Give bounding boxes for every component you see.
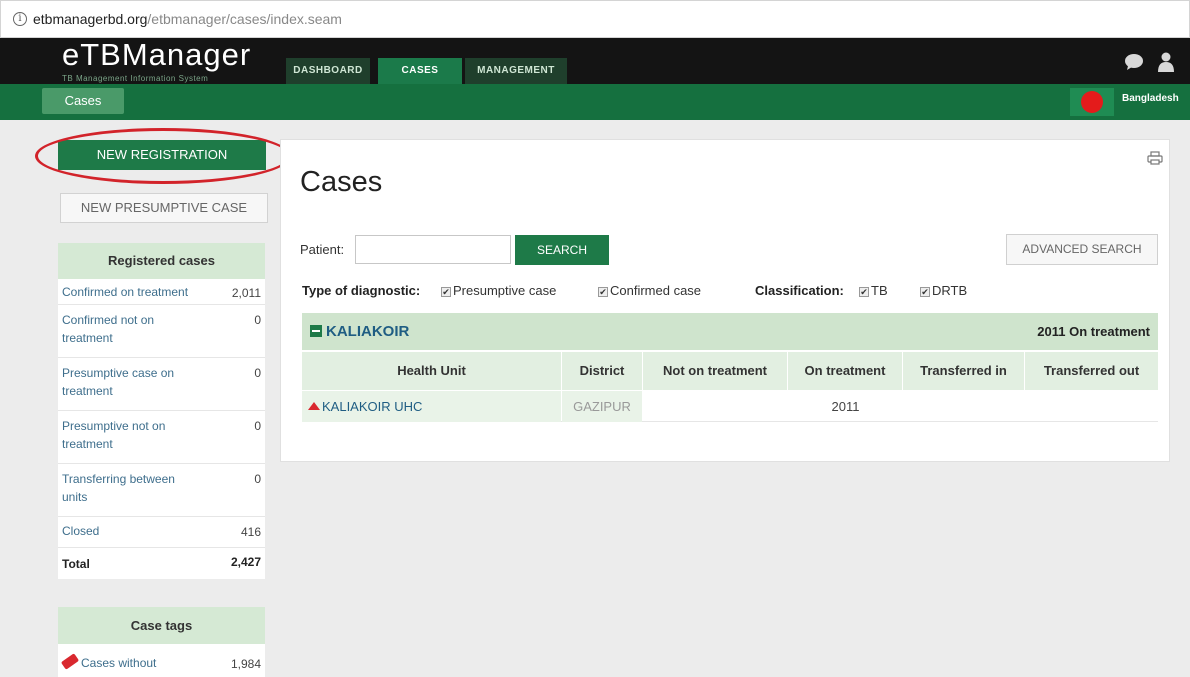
- registered-row-presumptive-on-treatment[interactable]: Presumptive case on treatment 0: [58, 358, 265, 411]
- registered-label: Presumptive case on treatment: [62, 366, 175, 398]
- filter-presumptive-label: Presumptive case: [453, 283, 557, 298]
- url-domain: etbmanagerbd.org: [33, 11, 148, 27]
- cell-on-treatment[interactable]: 2011: [788, 391, 903, 422]
- column-not-on-treatment[interactable]: Not on treatment: [643, 352, 788, 390]
- new-presumptive-case-button[interactable]: NEW PRESUMPTIVE CASE: [60, 193, 268, 223]
- registered-row-confirmed-on-treatment[interactable]: Confirmed on treatment 2,011: [58, 279, 265, 305]
- print-icon[interactable]: [1147, 151, 1163, 165]
- registered-count: 0: [254, 313, 261, 327]
- cell-health-unit[interactable]: KALIAKOIR UHC: [302, 391, 561, 422]
- url-text[interactable]: etbmanagerbd.org/etbmanager/cases/index.…: [33, 11, 342, 27]
- filter-confirmed-label: Confirmed case: [610, 283, 702, 298]
- registered-label: Presumptive not on treatment: [62, 419, 166, 451]
- column-transferred-in[interactable]: Transferred in: [903, 352, 1025, 390]
- table-header: Health Unit District Not on treatment On…: [302, 352, 1158, 390]
- cell-transferred-out: [1025, 391, 1158, 422]
- column-transferred-out[interactable]: Transferred out: [1025, 352, 1158, 390]
- info-icon[interactable]: i: [13, 12, 27, 26]
- page-title: Cases: [300, 166, 383, 198]
- registered-row-closed[interactable]: Closed 416: [58, 517, 265, 548]
- registered-label: Confirmed not on treatment: [62, 313, 155, 345]
- app-logo[interactable]: eTBManager: [62, 39, 251, 70]
- group-summary: 2011 On treatment: [1037, 324, 1150, 339]
- checkbox-checked-icon[interactable]: ✔: [859, 287, 869, 297]
- diagnostic-filter-label: Type of diagnostic:: [302, 283, 421, 298]
- health-unit-link[interactable]: KALIAKOIR UHC: [322, 399, 422, 414]
- case-tag-count: 1,984: [230, 657, 261, 671]
- registered-label: Confirmed on treatment: [62, 285, 189, 299]
- column-on-treatment[interactable]: On treatment: [788, 352, 903, 390]
- table-row[interactable]: KALIAKOIR UHC GAZIPUR 2011: [302, 391, 1158, 422]
- registered-label: Closed: [62, 524, 100, 538]
- group-name[interactable]: KALIAKOIR: [326, 323, 409, 340]
- cell-not-on-treatment: [643, 391, 788, 422]
- registered-count: 0: [254, 366, 261, 380]
- tab-cases[interactable]: CASES: [378, 58, 462, 84]
- registered-row-total: Total 2,427: [58, 548, 265, 579]
- registered-count: 0: [254, 419, 261, 433]
- classification-filter-label: Classification:: [755, 283, 844, 298]
- url-path: /etbmanager/cases/index.seam: [147, 11, 342, 27]
- registered-count: 0: [254, 472, 261, 486]
- registered-row-transferring[interactable]: Transferring between units 0: [58, 464, 265, 517]
- registered-cases-panel: Registered cases Confirmed on treatment …: [58, 243, 265, 579]
- tab-management[interactable]: MANAGEMENT: [465, 58, 567, 84]
- filter-presumptive-case[interactable]: ✔ Presumptive case: [441, 283, 556, 298]
- collapse-icon[interactable]: [310, 325, 322, 337]
- cell-district: GAZIPUR: [562, 391, 642, 422]
- column-health-unit[interactable]: Health Unit: [302, 352, 562, 390]
- country-flag: [1070, 88, 1114, 116]
- patient-label: Patient:: [300, 242, 345, 257]
- breadcrumb-bar: [0, 84, 1190, 120]
- checkbox-checked-icon[interactable]: ✔: [441, 287, 451, 297]
- filter-tb-label: TB: [871, 283, 888, 298]
- registered-cases-title: Registered cases: [58, 243, 265, 279]
- group-header-kaliakoir[interactable]: KALIAKOIR 2011 On treatment: [302, 313, 1158, 350]
- checkbox-checked-icon[interactable]: ✔: [598, 287, 608, 297]
- registered-count: 2,427: [230, 555, 261, 569]
- filter-drtb-label: DRTB: [932, 283, 968, 298]
- cell-transferred-in: [903, 391, 1025, 422]
- user-icon[interactable]: [1157, 52, 1175, 72]
- checkbox-checked-icon[interactable]: ✔: [920, 287, 930, 297]
- case-tags-title: Case tags: [58, 607, 265, 644]
- case-tags-panel: Case tags Cases without 1,984: [58, 607, 265, 677]
- patient-search-input[interactable]: [355, 235, 511, 264]
- registered-row-presumptive-not-on-treatment[interactable]: Presumptive not on treatment 0: [58, 411, 265, 464]
- country-label[interactable]: Bangladesh: [1122, 93, 1179, 104]
- advanced-search-button[interactable]: ADVANCED SEARCH: [1006, 234, 1158, 265]
- breadcrumb-cases[interactable]: Cases: [42, 88, 124, 114]
- filter-drtb[interactable]: ✔ DRTB: [920, 283, 967, 298]
- unit-arrow-icon: [308, 402, 320, 410]
- search-button[interactable]: SEARCH: [515, 235, 609, 265]
- highlight-ellipse: [35, 128, 291, 184]
- registered-count: 416: [240, 525, 261, 539]
- filter-confirmed-case[interactable]: ✔ Confirmed case: [598, 283, 701, 298]
- case-tag-row[interactable]: Cases without 1,984: [58, 644, 265, 677]
- filter-tb[interactable]: ✔ TB: [859, 283, 888, 298]
- address-bar[interactable]: i etbmanagerbd.org/etbmanager/cases/inde…: [0, 0, 1190, 38]
- chat-icon[interactable]: [1124, 53, 1144, 71]
- flag-dot: [1081, 91, 1103, 113]
- registered-row-confirmed-not-on-treatment[interactable]: Confirmed not on treatment 0: [58, 305, 265, 358]
- case-tag-label: Cases without: [81, 656, 157, 670]
- registered-label: Total: [62, 557, 90, 571]
- column-district[interactable]: District: [562, 352, 643, 390]
- registered-label: Transferring between units: [62, 472, 175, 504]
- tab-dashboard[interactable]: DASHBOARD: [286, 58, 370, 84]
- app-tagline: TB Management Information System: [62, 74, 209, 83]
- tag-icon: [60, 653, 80, 670]
- registered-count: 2,011: [231, 286, 261, 300]
- case-tag-label-wrap: Cases without: [60, 653, 202, 672]
